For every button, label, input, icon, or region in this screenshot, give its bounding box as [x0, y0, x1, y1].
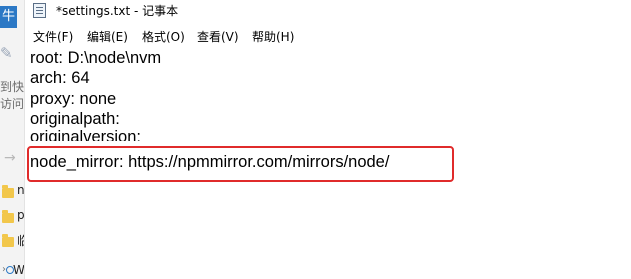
folder-icon: [2, 210, 14, 223]
text-line-root: root: D:\node\nvm: [30, 49, 162, 67]
network-label[interactable]: WF: [13, 263, 24, 277]
title-bar[interactable]: *settings.txt - 记事本: [25, 0, 631, 22]
menu-help[interactable]: 帮助(H): [252, 28, 294, 45]
folder-icon: [2, 234, 14, 247]
text-editor[interactable]: root: D:\node\nvm arch: 64 proxy: none o…: [25, 46, 631, 279]
text-line-arch: arch: 64: [30, 69, 90, 87]
explorer-tab[interactable]: 牛: [0, 6, 17, 28]
folder-label[interactable]: n: [17, 183, 24, 197]
menu-file[interactable]: 文件(F): [33, 28, 73, 45]
text-line-originalpath: originalpath:: [30, 110, 120, 128]
highlight-annotation: [27, 146, 454, 182]
text-line-originalversion: originalversion:: [30, 128, 141, 141]
folder-icon: [2, 185, 14, 198]
folder-label[interactable]: p: [17, 208, 24, 222]
arrow-right-icon: →: [4, 150, 16, 166]
notepad-window: *settings.txt - 记事本 文件(F) 编辑(E) 格式(O) 查看…: [25, 0, 631, 279]
menu-format[interactable]: 格式(O): [142, 28, 185, 45]
background-explorer-window: 牛 ✎ 到快 访问 → n p 临 › WF: [0, 0, 25, 279]
menu-view[interactable]: 查看(V): [197, 28, 239, 45]
text-line-proxy: proxy: none: [30, 90, 117, 108]
folder-label[interactable]: 临: [17, 232, 24, 249]
window-title: *settings.txt - 记事本: [56, 4, 179, 18]
menu-edit[interactable]: 编辑(E): [87, 28, 128, 45]
quick-access-text-2: 访问: [0, 97, 25, 111]
quick-access-text-1: 到快: [0, 80, 25, 94]
menu-bar: 文件(F) 编辑(E) 格式(O) 查看(V) 帮助(H): [25, 26, 631, 46]
notepad-icon: [33, 3, 46, 18]
pin-icon[interactable]: ✎: [0, 42, 14, 64]
